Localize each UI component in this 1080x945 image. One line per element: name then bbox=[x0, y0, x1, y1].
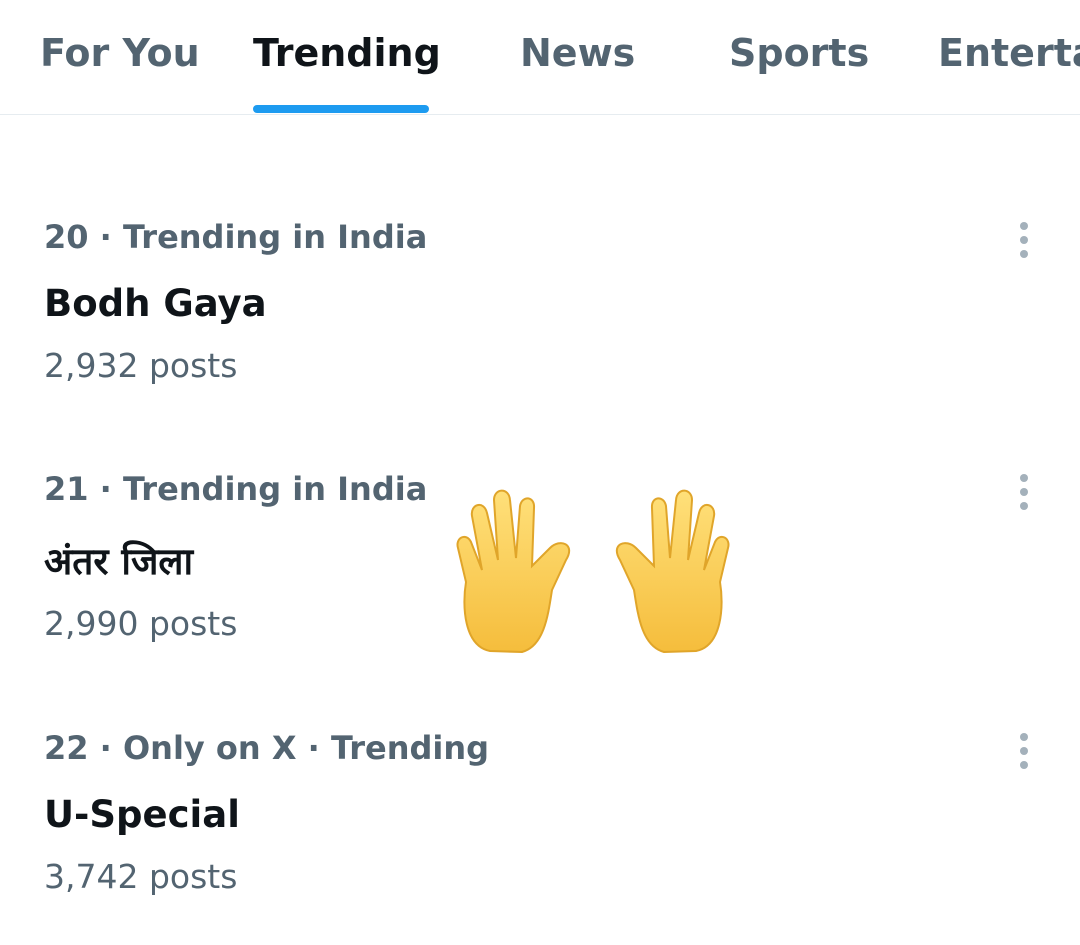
tab-for-you[interactable]: For You bbox=[40, 0, 200, 114]
trend-name: अंतर जिला bbox=[44, 540, 194, 583]
trend-name: U-Special bbox=[44, 793, 240, 836]
tab-trending[interactable]: Trending bbox=[253, 0, 441, 114]
trend-item[interactable]: 22 · Only on X · Trending U-Special 3,74… bbox=[0, 711, 1080, 921]
trend-context: 22 · Only on X · Trending bbox=[44, 729, 490, 767]
right-hand-icon bbox=[615, 489, 730, 654]
tab-news[interactable]: News bbox=[520, 0, 635, 114]
trend-context: 20 · Trending in India bbox=[44, 218, 428, 256]
explore-tab-bar: For You Trending News Sports Enterta bbox=[0, 0, 1080, 115]
more-options-icon[interactable] bbox=[1004, 216, 1044, 264]
open-hands-emoji bbox=[456, 489, 730, 654]
trend-post-count: 2,932 posts bbox=[44, 346, 238, 385]
trend-context: 21 · Trending in India bbox=[44, 470, 428, 508]
tab-entertainment[interactable]: Enterta bbox=[938, 0, 1080, 114]
active-tab-indicator bbox=[253, 105, 429, 113]
trend-name: Bodh Gaya bbox=[44, 282, 267, 325]
trend-post-count: 2,990 posts bbox=[44, 604, 238, 643]
trend-item[interactable]: 20 · Trending in India Bodh Gaya 2,932 p… bbox=[0, 200, 1080, 410]
more-options-icon[interactable] bbox=[1004, 468, 1044, 516]
tab-sports[interactable]: Sports bbox=[729, 0, 869, 114]
trend-post-count: 3,742 posts bbox=[44, 857, 238, 896]
more-options-icon[interactable] bbox=[1004, 727, 1044, 775]
left-hand-icon bbox=[456, 489, 571, 654]
